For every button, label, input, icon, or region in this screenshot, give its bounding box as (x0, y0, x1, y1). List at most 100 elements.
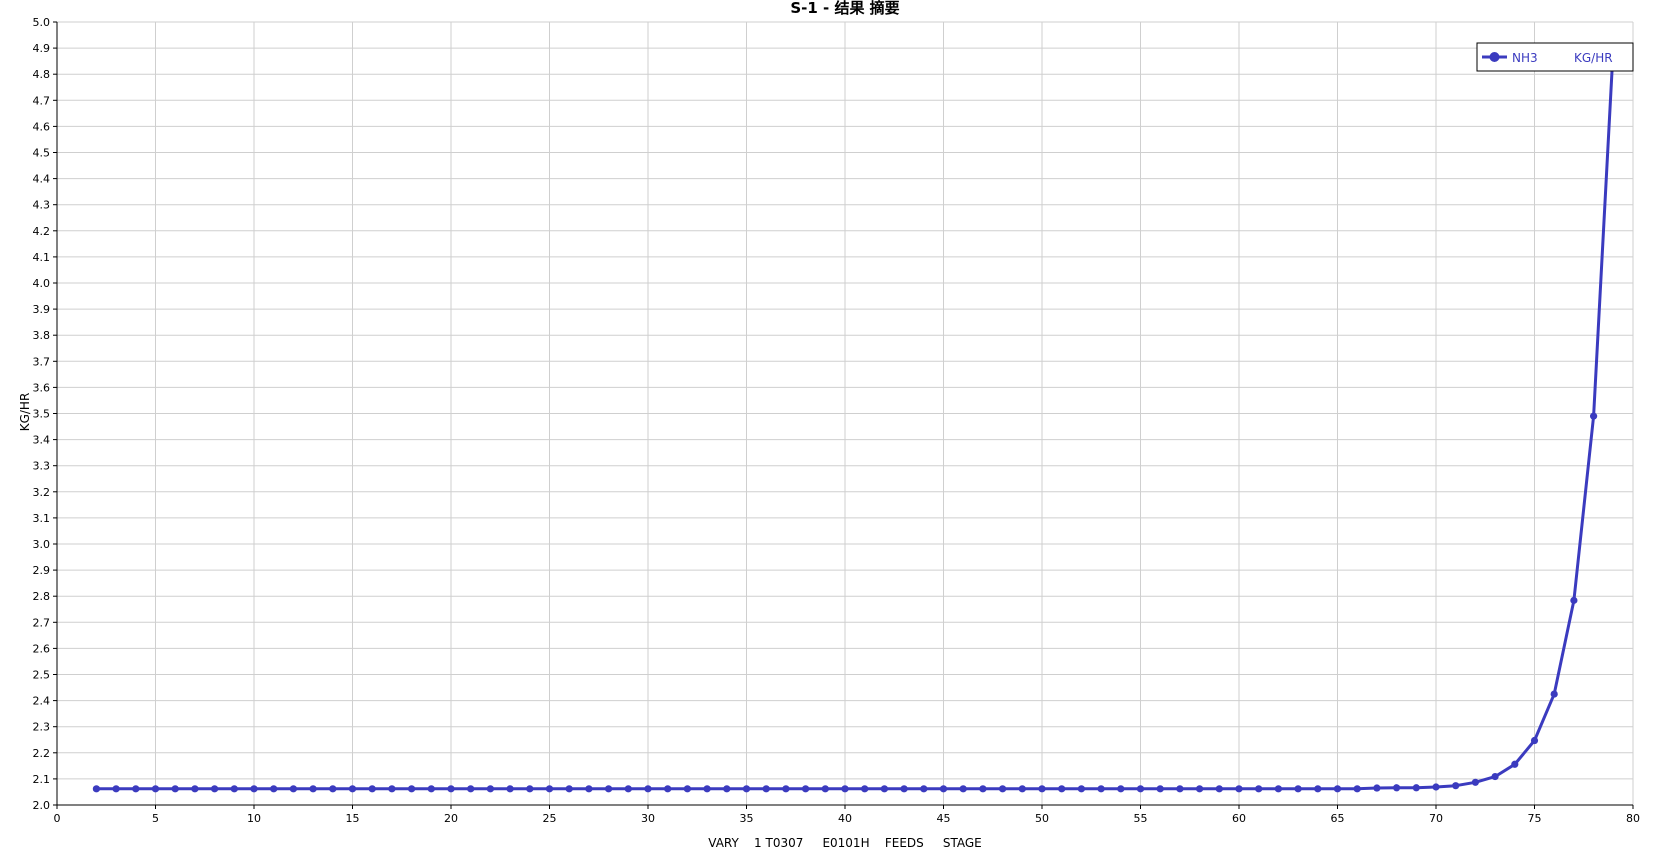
y-tick-label: 3.4 (33, 434, 51, 447)
data-point (1038, 785, 1046, 793)
y-tick-label: 4.9 (33, 42, 51, 55)
y-tick-label: 5.0 (33, 16, 51, 29)
x-tick-label: 30 (641, 812, 655, 825)
y-tick-label: 3.9 (33, 303, 51, 316)
data-point (191, 785, 199, 793)
y-tick-label: 2.9 (33, 564, 51, 577)
x-tick-label: 60 (1232, 812, 1246, 825)
data-point (979, 785, 987, 793)
data-point (1393, 784, 1401, 792)
data-point (644, 785, 652, 793)
data-point (270, 785, 278, 793)
y-tick-label: 2.5 (33, 669, 51, 682)
data-point (486, 785, 494, 793)
legend: NH3 KG/HR (1476, 42, 1634, 72)
data-point (802, 785, 810, 793)
data-point (447, 785, 455, 793)
y-tick-label: 2.6 (33, 642, 51, 655)
y-tick-label: 2.4 (33, 695, 51, 708)
data-point (1550, 690, 1558, 698)
data-point (1136, 785, 1145, 793)
y-tick-label: 3.3 (33, 460, 51, 473)
data-point (171, 785, 179, 793)
data-point (1333, 785, 1342, 793)
data-point (151, 785, 160, 793)
y-tick-label: 4.5 (33, 147, 51, 160)
data-point (1314, 785, 1322, 793)
x-tick-label: 10 (247, 812, 261, 825)
x-tick-label: 5 (152, 812, 159, 825)
data-point (92, 785, 100, 793)
data-point (408, 785, 416, 793)
data-point (506, 785, 514, 793)
data-point (900, 785, 908, 793)
x-tick-label: 70 (1429, 812, 1443, 825)
data-point (1471, 778, 1479, 786)
x-tick-label: 65 (1331, 812, 1345, 825)
data-point (1294, 785, 1302, 793)
y-tick-label: 3.1 (33, 512, 51, 525)
data-point (1570, 596, 1578, 604)
data-point (1452, 782, 1460, 790)
y-tick-label: 2.8 (33, 590, 51, 603)
y-tick-label: 4.2 (33, 225, 51, 238)
data-point (467, 785, 475, 793)
y-tick-label: 4.8 (33, 68, 51, 81)
data-point (939, 785, 948, 793)
line-chart: 2.0 2.1 2.2 2.3 2.4 2.5 2.6 2.7 2.8 2.9 3.0 3.1 3.2 3… (0, 0, 1656, 855)
data-point (388, 785, 396, 793)
data-point (1077, 785, 1085, 793)
data-point (1432, 783, 1440, 791)
data-point (683, 785, 692, 793)
data-point (427, 785, 435, 793)
data-point (1412, 784, 1420, 792)
data-point (112, 785, 120, 793)
y-tick-label: 4.7 (33, 94, 51, 107)
data-point (348, 785, 357, 793)
y-tick-label: 3.8 (33, 329, 51, 342)
data-point (880, 785, 889, 793)
x-tick-label: 0 (54, 812, 61, 825)
x-tick-label: 40 (838, 812, 852, 825)
data-point (1373, 784, 1381, 792)
y-tick-label: 2.2 (33, 747, 51, 760)
y-tick-label: 2.3 (33, 721, 51, 734)
data-point (526, 785, 534, 793)
x-axis-label: VARY 1 T0307 E0101H FEEDS STAGE (708, 836, 982, 850)
chart-title: S-1 - 结果 摘要 (790, 0, 899, 17)
y-tick-label: 3.7 (33, 355, 51, 368)
data-point (1176, 785, 1184, 793)
data-point (723, 785, 731, 793)
x-tick-label: 15 (346, 812, 360, 825)
chart-container: 2.0 2.1 2.2 2.3 2.4 2.5 2.6 2.7 2.8 2.9 3.0 3.1 3.2 3… (0, 0, 1656, 855)
data-point (1491, 772, 1499, 781)
y-tick-label: 3.5 (33, 408, 51, 421)
data-point (1353, 785, 1361, 793)
data-point (368, 785, 376, 793)
data-point (309, 785, 317, 793)
data-point (230, 785, 238, 793)
data-point (1018, 785, 1026, 793)
x-tick-label: 55 (1134, 812, 1148, 825)
y-tick-label: 3.6 (33, 381, 51, 394)
y-tick-label: 2.1 (33, 773, 51, 786)
data-point (742, 785, 751, 793)
data-point (211, 785, 219, 793)
y-tick-label: 4.3 (33, 199, 51, 212)
y-axis-label: KG/HR (18, 393, 32, 432)
data-point (782, 785, 790, 793)
y-tick-label: 2.7 (33, 616, 51, 629)
data-point (1156, 785, 1164, 793)
data-point (959, 785, 967, 793)
data-point (999, 785, 1007, 793)
x-tick-label: 50 (1035, 812, 1049, 825)
data-point (1117, 785, 1125, 793)
data-point (841, 785, 849, 793)
y-tick-label: 4.0 (33, 277, 51, 290)
data-point (861, 785, 869, 793)
data-point (1590, 412, 1598, 420)
data-point (1530, 736, 1539, 745)
data-point (605, 785, 613, 793)
data-point (1274, 785, 1282, 793)
y-tick-label: 4.6 (33, 120, 51, 133)
